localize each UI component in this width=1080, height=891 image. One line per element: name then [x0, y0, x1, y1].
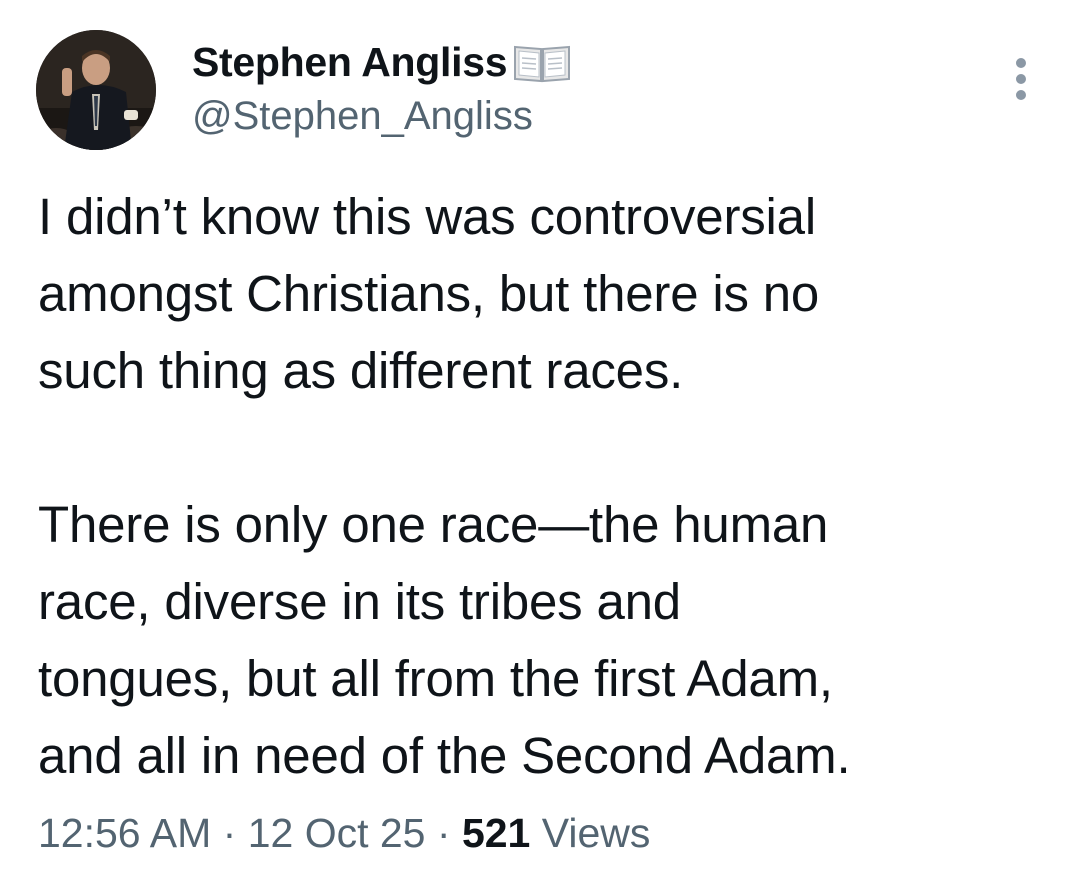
meta-separator: · [436, 810, 451, 856]
meta-separator: · [222, 810, 237, 856]
tweet-text-line: amongst Christians, but there is no [38, 265, 820, 322]
avatar-photo [36, 30, 156, 150]
open-book-icon [513, 41, 571, 83]
tweet-date[interactable]: 12 Oct 25 [248, 810, 426, 856]
tweet-text-line: I didn’t know this was controversial [38, 188, 816, 245]
tweet-text: I didn’t know this was controversial amo… [38, 178, 1048, 794]
more-dot [1016, 90, 1026, 100]
tweet-text-line: race, diverse in its tribes and [38, 573, 681, 630]
avatar[interactable] [36, 30, 156, 150]
display-name[interactable]: Stephen Angliss [192, 39, 508, 86]
more-options-button[interactable] [1004, 56, 1038, 102]
views-count[interactable]: 521 [462, 810, 530, 856]
tweet-time[interactable]: 12:56 AM [38, 810, 211, 856]
tweet-text-line: such thing as different races. [38, 342, 684, 399]
tweet-text-line: and all in need of the Second Adam. [38, 727, 851, 784]
tweet-meta: 12:56 AM · 12 Oct 25 · 521 Views [38, 810, 650, 857]
tweet-card: Stephen Angliss @Stephen_Angliss I didn’… [0, 0, 1080, 891]
author-handle[interactable]: @Stephen_Angliss [192, 94, 533, 139]
views-label[interactable]: Views [542, 810, 651, 856]
tweet-text-line: tongues, but all from the first Adam, [38, 650, 833, 707]
more-dot [1016, 58, 1026, 68]
author-name-row[interactable]: Stephen Angliss [192, 36, 571, 88]
more-dot [1016, 74, 1026, 84]
tweet-text-line: There is only one race—the human [38, 496, 829, 553]
